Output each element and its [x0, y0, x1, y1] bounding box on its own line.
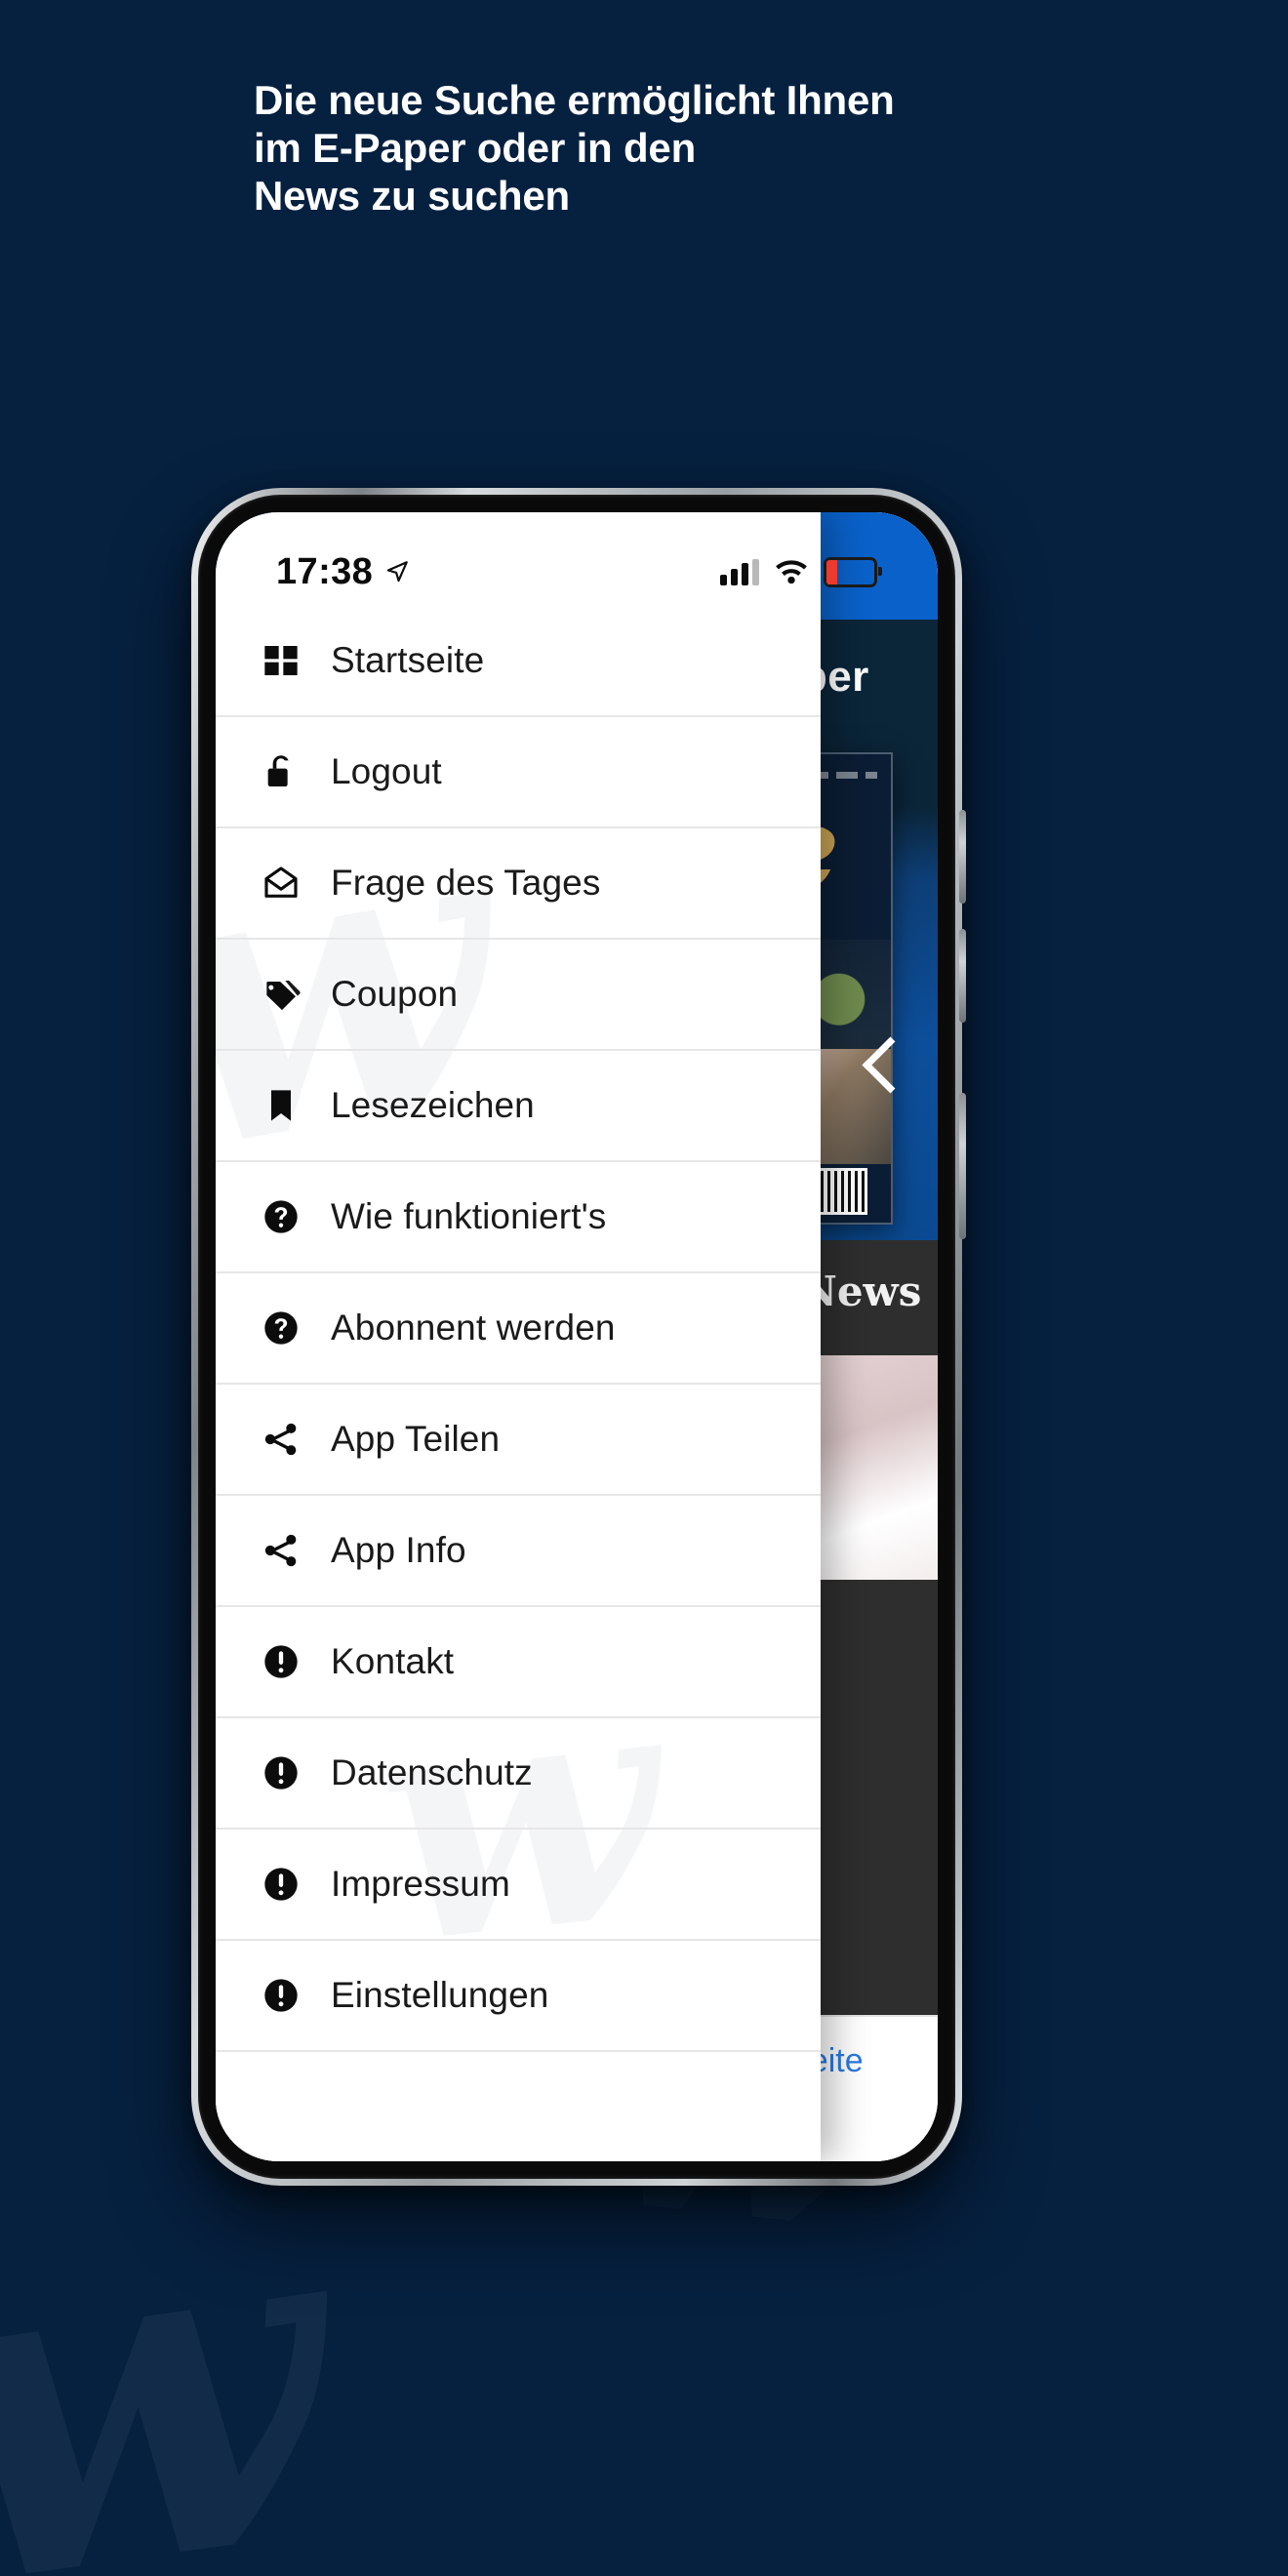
cellular-bars-icon — [720, 558, 759, 585]
drawer-item-logout[interactable]: Logout — [216, 717, 821, 828]
promo-headline-line-1: Die neue Suche ermöglicht Ihnen — [254, 77, 895, 123]
drawer-item-frage-des-tages[interactable]: Frage des Tages — [216, 828, 821, 940]
exclamation-circle-icon — [253, 1858, 309, 1911]
share-icon — [253, 1524, 309, 1577]
wifi-icon — [776, 560, 807, 584]
drawer-item-label: Lesezeichen — [331, 1085, 535, 1125]
navigation-drawer: w w Startseite Logout — [216, 512, 821, 2161]
status-bar: 17:38 — [216, 512, 938, 606]
status-bar-right — [720, 556, 882, 587]
drawer-item-impressum[interactable]: Impressum — [216, 1830, 821, 1941]
exclamation-circle-icon — [253, 1635, 309, 1688]
status-bar-time: 17:38 — [276, 550, 374, 592]
share-icon — [253, 1413, 309, 1466]
drawer-item-app-info[interactable]: App Info — [216, 1496, 821, 1607]
location-arrow-icon — [387, 561, 409, 583]
drawer-item-abonnent-werden[interactable]: Abonnent werden — [216, 1273, 821, 1385]
drawer-item-label: Coupon — [331, 974, 459, 1014]
drawer-item-label: App Teilen — [331, 1419, 501, 1459]
drawer-item-label: Abonnent werden — [331, 1308, 616, 1348]
exclamation-circle-icon — [253, 1969, 309, 2022]
drawer-item-label: Impressum — [331, 1864, 510, 1904]
battery-low-icon — [824, 556, 882, 587]
drawer-item-label: Frage des Tages — [331, 863, 601, 903]
drawer-item-label: App Info — [331, 1530, 466, 1570]
promo-headline: Die neue Suche ermöglicht Ihnen im E-Pap… — [254, 76, 1073, 220]
promo-screenshot: w w Die neue Suche ermöglicht Ihnen im E… — [0, 0, 1288, 2576]
grid-dashboard-icon — [253, 634, 309, 687]
drawer-item-label: Einstellungen — [331, 1975, 549, 2015]
phone-screen: E-Paper ife Top News — [216, 512, 938, 2161]
drawer-item-label: Startseite — [331, 640, 485, 680]
price-tag-icon — [253, 968, 309, 1021]
power-button[interactable] — [959, 1093, 966, 1239]
unlock-padlock-icon — [253, 745, 309, 798]
phone-mockup: E-Paper ife Top News — [191, 488, 966, 2186]
drawer-item-wie-funktionierts[interactable]: Wie funktioniert's — [216, 1162, 821, 1273]
question-circle-icon — [253, 1302, 309, 1354]
promo-headline-line-2: im E-Paper oder in den — [254, 125, 697, 172]
promo-headline-line-3: News zu suchen — [254, 173, 570, 220]
drawer-item-label: Datenschutz — [331, 1752, 533, 1792]
question-circle-icon — [253, 1190, 309, 1243]
drawer-item-coupon[interactable]: Coupon — [216, 940, 821, 1051]
drawer-item-einstellungen[interactable]: Einstellungen — [216, 1941, 821, 2052]
drawer-item-startseite[interactable]: Startseite — [216, 606, 821, 717]
drawer-item-datenschutz[interactable]: Datenschutz — [216, 1718, 821, 1830]
drawer-item-app-teilen[interactable]: App Teilen — [216, 1385, 821, 1496]
drawer-item-label: Wie funktioniert's — [331, 1196, 607, 1236]
bookmark-icon — [253, 1079, 309, 1132]
drawer-item-lesezeichen[interactable]: Lesezeichen — [216, 1051, 821, 1162]
volume-down-button[interactable] — [959, 929, 966, 1023]
status-bar-left: 17:38 — [276, 551, 410, 593]
drawer-item-label: Kontakt — [331, 1641, 455, 1681]
drawer-menu-list: Startseite Logout Frage des Tages Coupon… — [216, 606, 821, 2161]
drawer-item-kontakt[interactable]: Kontakt — [216, 1607, 821, 1718]
exclamation-circle-icon — [253, 1747, 309, 1799]
volume-up-button[interactable] — [959, 810, 966, 904]
open-envelope-icon — [253, 857, 309, 909]
drawer-item-label: Logout — [331, 751, 442, 791]
